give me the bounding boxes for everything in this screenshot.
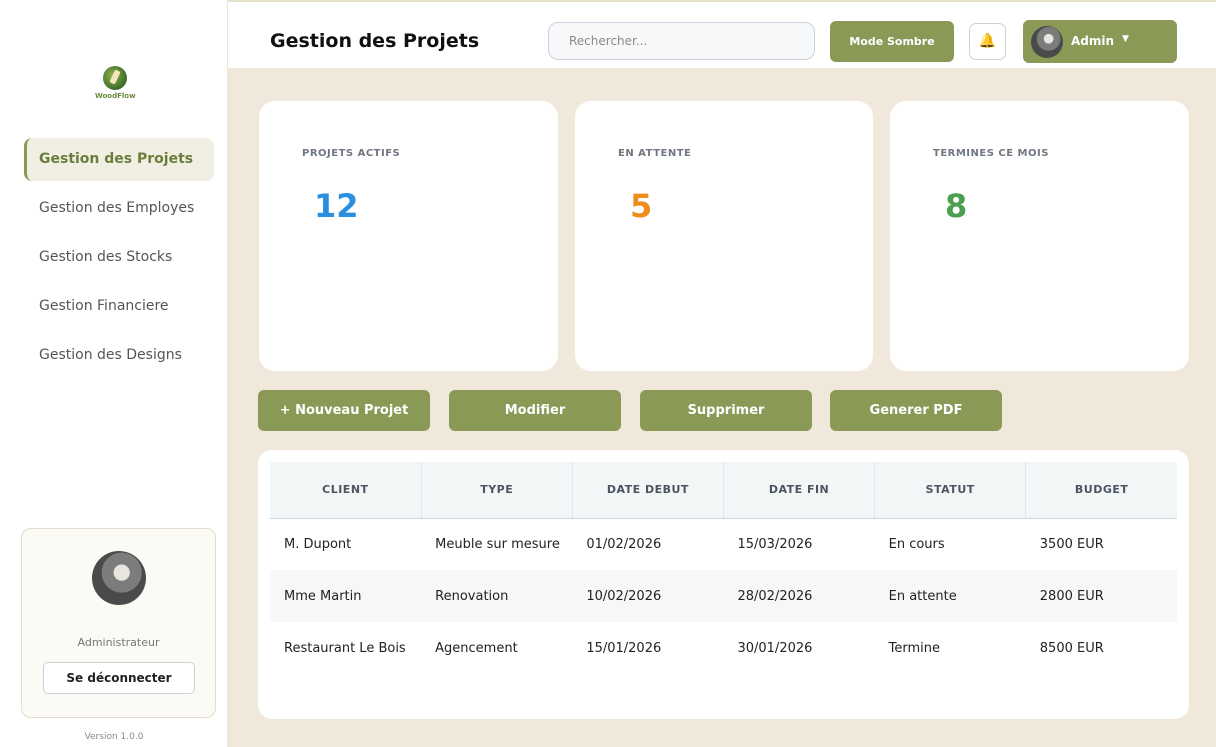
sidebar-nav: Gestion des Projets Gestion des Employes… — [24, 138, 214, 383]
cell-type: Agencement — [435, 640, 518, 656]
chevron-down-icon: ▼ — [1122, 34, 1129, 44]
cell-type: Renovation — [421, 570, 573, 622]
stat-card-attente: EN ATTENTE 5 — [575, 101, 873, 371]
cell-date-fin: 30/01/2026 — [737, 640, 813, 656]
cell-statut: En cours — [888, 536, 945, 552]
column-header[interactable]: TYPE — [421, 462, 573, 519]
sidebar-item-designs[interactable]: Gestion des Designs — [24, 334, 214, 377]
table-row[interactable]: M. Dupont Meuble sur mesure 01/02/2026 1… — [270, 518, 1177, 570]
table-row[interactable]: Mme Martin Renovation 10/02/2026 28/02/2… — [270, 570, 1177, 622]
cell-statut: Termine — [888, 640, 940, 656]
bell-icon: 🔔 — [978, 33, 997, 49]
cell-date-fin: 15/03/2026 — [737, 536, 813, 552]
sidebar: WoodFlow Gestion des Projets Gestion des… — [0, 0, 228, 747]
stat-value: 5 — [630, 187, 653, 225]
sidebar-item-projets[interactable]: Gestion des Projets — [24, 138, 214, 181]
notifications-button[interactable]: 🔔 — [969, 23, 1006, 60]
cell-date-debut: 10/02/2026 — [572, 570, 724, 622]
column-header[interactable]: DATE FIN — [723, 462, 876, 519]
stat-card-termines: TERMINES CE MOIS 8 — [890, 101, 1189, 371]
avatar — [1031, 26, 1063, 58]
cell-date-fin: 28/02/2026 — [723, 570, 875, 622]
user-role: Administrateur — [77, 636, 160, 649]
stat-value: 8 — [945, 187, 968, 225]
search-input[interactable] — [548, 22, 815, 60]
top-header: Gestion des Projets Mode Sombre 🔔 Admin … — [228, 0, 1216, 68]
table-row[interactable]: Restaurant Le Bois Agencement 15/01/2026… — [270, 622, 1177, 674]
profile-card: Administrateur Se déconnecter — [21, 528, 216, 718]
generate-pdf-button[interactable]: Generer PDF — [830, 390, 1002, 431]
logo-text: WoodFlow — [95, 92, 136, 100]
column-header[interactable]: CLIENT — [270, 462, 422, 519]
column-header[interactable]: BUDGET — [1025, 462, 1177, 519]
dark-mode-button[interactable]: Mode Sombre — [830, 21, 954, 62]
column-header[interactable]: DATE DEBUT — [572, 462, 724, 519]
column-header[interactable]: STATUT — [874, 462, 1027, 519]
cell-budget: 2800 EUR — [1025, 570, 1177, 622]
user-name: Admin — [1071, 34, 1115, 48]
cell-client: Restaurant Le Bois — [284, 640, 406, 656]
delete-button[interactable]: Supprimer — [640, 390, 812, 431]
edit-button[interactable]: Modifier — [449, 390, 621, 431]
user-menu-button[interactable]: Admin ▼ — [1023, 20, 1177, 63]
version-text: Version 1.0.0 — [84, 732, 144, 742]
logout-button[interactable]: Se déconnecter — [43, 662, 195, 694]
stat-card-actifs: PROJETS ACTIFS 12 — [259, 101, 558, 371]
cell-statut: En attente — [874, 570, 1026, 622]
cell-client: M. Dupont — [284, 536, 352, 552]
sidebar-item-stocks[interactable]: Gestion des Stocks — [24, 236, 214, 279]
page-title: Gestion des Projets — [270, 30, 480, 52]
cell-client: Mme Martin — [270, 570, 422, 622]
new-project-button[interactable]: + Nouveau Projet — [258, 390, 430, 431]
stat-label: EN ATTENTE — [618, 148, 692, 159]
stat-value: 12 — [314, 187, 359, 225]
cell-date-debut: 15/01/2026 — [586, 640, 662, 656]
cell-date-debut: 01/02/2026 — [586, 536, 662, 552]
projects-table: CLIENT TYPE DATE DEBUT DATE FIN STATUT B… — [270, 462, 1177, 674]
table-header-row: CLIENT TYPE DATE DEBUT DATE FIN STATUT B… — [270, 462, 1177, 519]
sidebar-item-employes[interactable]: Gestion des Employes — [24, 187, 214, 230]
stat-label: TERMINES CE MOIS — [933, 148, 1049, 159]
sidebar-item-financiere[interactable]: Gestion Financiere — [24, 285, 214, 328]
stat-label: PROJETS ACTIFS — [302, 148, 401, 159]
cell-budget: 3500 EUR — [1039, 536, 1104, 552]
cell-budget: 8500 EUR — [1039, 640, 1104, 656]
woodflow-logo-icon — [103, 66, 127, 90]
avatar — [92, 551, 146, 605]
cell-type: Meuble sur mesure — [435, 536, 560, 552]
projects-table-panel: CLIENT TYPE DATE DEBUT DATE FIN STATUT B… — [258, 450, 1189, 719]
app-logo: WoodFlow — [95, 66, 136, 100]
